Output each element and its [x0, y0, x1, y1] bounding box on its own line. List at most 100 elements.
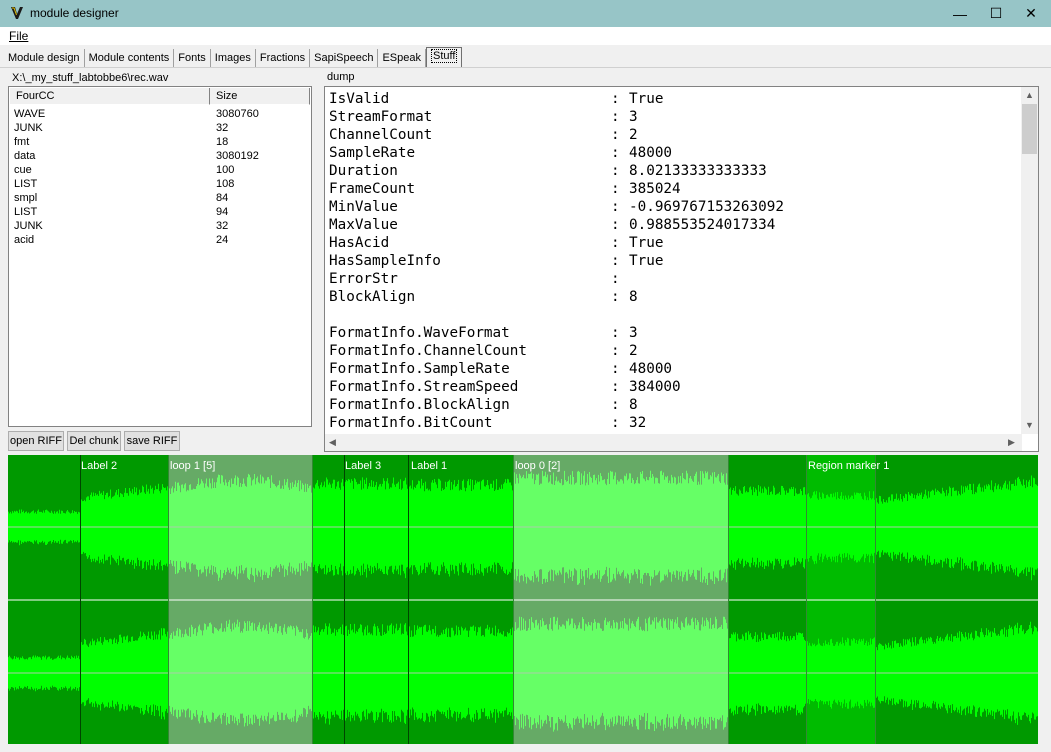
chunk-list[interactable]: FourCC Size WAVE 3080760 JUNK 32 fmt 18 data 3… [8, 86, 312, 427]
chunk-size: 3080192 [216, 150, 259, 162]
close-icon: ✕ [1025, 5, 1037, 21]
table-row[interactable]: smpl 84 [14, 191, 309, 205]
dump-line [329, 306, 784, 324]
waveform-canvas [8, 455, 1038, 744]
dump-separator: : [611, 343, 620, 359]
chunk-size: 32 [216, 122, 229, 134]
dump-value: 48000 [629, 145, 673, 161]
dump-separator: : [611, 325, 620, 341]
minimize-button[interactable]: — [942, 0, 978, 27]
table-row[interactable]: LIST 94 [14, 205, 309, 219]
vertical-scrollbar[interactable]: ▲ ▼ [1021, 87, 1038, 434]
tab-fonts[interactable]: Fonts [174, 49, 211, 68]
dump-value: True [629, 235, 664, 251]
dump-line: HasSampleInfo: True [329, 252, 784, 270]
chunk-list-header: FourCC Size [10, 88, 310, 105]
region-loop-1-label: loop 1 [5] [170, 460, 216, 472]
dump-line: IsValid: True [329, 90, 784, 108]
dump-key: Duration [329, 163, 398, 179]
dump-key: FormatInfo.SampleRate [329, 361, 510, 377]
table-row[interactable]: JUNK 32 [14, 121, 309, 135]
title-bar: module designer — ☐ ✕ [0, 0, 1051, 27]
dump-separator: : [611, 145, 620, 161]
waveform-view[interactable]: Label 2 loop 1 [5] Label 3 Label 1 loop … [8, 455, 1038, 744]
dump-key: MaxValue [329, 217, 398, 233]
dump-separator: : [611, 361, 620, 377]
maximize-icon: ☐ [989, 5, 1003, 21]
dump-separator: : [611, 91, 620, 107]
dump-key: FormatInfo.WaveFormat [329, 325, 510, 341]
region-loop-0-label: loop 0 [2] [515, 460, 561, 472]
del-chunk-button[interactable]: Del chunk [67, 431, 121, 451]
table-row[interactable]: WAVE 3080760 [14, 107, 309, 121]
scroll-left-icon[interactable]: ◀ [329, 437, 336, 448]
chunk-size: 84 [216, 192, 229, 204]
dump-separator: : [611, 181, 620, 197]
column-header-size[interactable]: Size [210, 88, 310, 105]
file-path-label: X:\_my_stuff_labtobbe6\rec.wav [12, 72, 169, 84]
marker-label-3: Label 3 [345, 460, 382, 472]
dump-line: MaxValue:0.988553524017334 [329, 216, 784, 234]
dump-separator: : [611, 199, 620, 215]
tab-module-contents[interactable]: Module contents [85, 49, 175, 68]
menu-file[interactable]: File [9, 29, 28, 43]
dump-value: 32 [629, 415, 647, 431]
close-button[interactable]: ✕ [1013, 0, 1049, 27]
table-row[interactable]: JUNK 32 [14, 219, 309, 233]
chunk-fourcc: data [14, 150, 36, 162]
tab-bar: Module design Module contents Fonts Imag… [4, 47, 463, 68]
dump-separator: : [611, 217, 620, 233]
maximize-button[interactable]: ☐ [978, 0, 1014, 27]
scroll-right-icon[interactable]: ▶ [1008, 437, 1015, 448]
scroll-up-icon[interactable]: ▲ [1025, 90, 1034, 100]
table-row[interactable]: data 3080192 [14, 149, 309, 163]
table-row[interactable]: LIST 108 [14, 177, 309, 191]
vertical-scroll-thumb[interactable] [1022, 104, 1037, 154]
chunk-fourcc: LIST [14, 206, 38, 218]
table-row[interactable]: cue 100 [14, 163, 309, 177]
tab-module-design[interactable]: Module design [4, 49, 85, 68]
tab-fractions[interactable]: Fractions [256, 49, 311, 68]
save-riff-button[interactable]: save RIFF [124, 431, 180, 451]
chunk-fourcc: cue [14, 164, 32, 176]
chunk-fourcc: acid [14, 234, 35, 246]
dump-key: StreamFormat [329, 109, 433, 125]
dump-value: 48000 [629, 361, 673, 377]
chunk-fourcc: WAVE [14, 108, 46, 120]
dump-separator: : [611, 289, 620, 305]
dump-line: SampleRate:48000 [329, 144, 784, 162]
dump-key: SampleRate [329, 145, 416, 161]
dump-value: True [629, 253, 664, 269]
marker-label-2: Label 2 [81, 460, 118, 472]
dump-key: FormatInfo.BitCount [329, 415, 493, 431]
dump-separator: : [611, 163, 620, 179]
region-marker-1-label: Region marker 1 [808, 460, 890, 472]
dump-line: ChannelCount:2 [329, 126, 784, 144]
dump-key [329, 306, 611, 324]
tab-sapispeech[interactable]: SapiSpeech [310, 49, 379, 68]
dump-textbox[interactable]: IsValid: True StreamFormat:3 ChannelCount:2… [324, 86, 1039, 452]
tab-stuff[interactable]: Stuff [425, 47, 463, 68]
dump-line: FrameCount:385024 [329, 180, 784, 198]
chunk-size: 24 [216, 234, 229, 246]
app-icon [11, 7, 23, 19]
dump-separator: : [611, 415, 620, 431]
dump-line: Duration:8.02133333333333 [329, 162, 784, 180]
open-riff-button[interactable]: open RIFF [8, 431, 64, 451]
dump-key: HasAcid [329, 235, 390, 251]
dump-line: FormatInfo.ChannelCount:2 [329, 342, 784, 360]
table-row[interactable]: acid 24 [14, 233, 309, 247]
menu-bar: File [0, 27, 1051, 45]
table-row[interactable]: fmt 18 [14, 135, 309, 149]
dump-value: -0.969767153263092 [629, 199, 784, 215]
dump-separator: : [611, 127, 620, 143]
dump-line: MinValue: -0.969767153263092 [329, 198, 784, 216]
horizontal-scrollbar[interactable]: ◀ ▶ [325, 434, 1022, 451]
chunk-list-rows: WAVE 3080760 JUNK 32 fmt 18 data 3080192 cue 10… [14, 107, 309, 247]
tab-images[interactable]: Images [211, 49, 256, 68]
column-header-fourcc[interactable]: FourCC [10, 88, 210, 105]
dump-line: HasAcid: True [329, 234, 784, 252]
tab-espeak[interactable]: ESpeak [378, 49, 426, 68]
dump-separator: : [611, 271, 620, 287]
scroll-down-icon[interactable]: ▼ [1025, 420, 1034, 430]
